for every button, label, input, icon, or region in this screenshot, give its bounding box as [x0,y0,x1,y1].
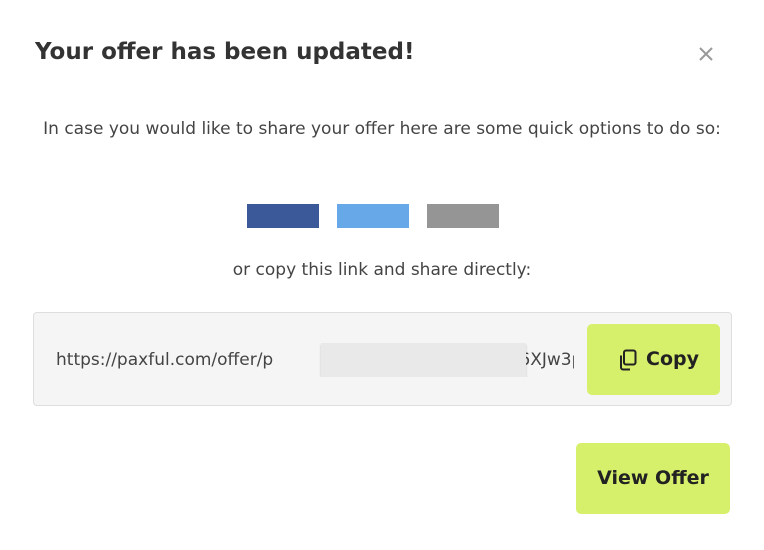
redacted-link-segment [321,343,526,377]
view-offer-button[interactable]: View Offer [576,443,730,514]
share-twitter-button[interactable] [337,204,409,228]
copy-link-instructions: or copy this link and share directly: [232,260,532,280]
facebook-icon [247,204,319,228]
email-icon [427,204,499,228]
offer-updated-modal: Your offer has been updated! In case you… [0,0,764,550]
close-button[interactable] [692,40,720,68]
share-facebook-button[interactable] [247,204,319,228]
share-instructions: In case you would like to share your off… [43,119,721,139]
copy-link-button[interactable]: Copy [587,324,720,395]
twitter-icon [337,204,409,228]
modal-title: Your offer has been updated! [35,39,415,65]
copy-button-label: Copy [646,348,699,370]
offer-link-box: https://paxful.com/offer/p Y6XJw3p Copy [33,312,732,406]
offer-link-prefix: https://paxful.com/offer/p [56,350,274,370]
offer-link-field[interactable]: https://paxful.com/offer/p Y6XJw3p [54,343,574,377]
copy-icon [620,349,637,371]
close-icon [699,47,713,61]
share-email-button[interactable] [427,204,499,228]
